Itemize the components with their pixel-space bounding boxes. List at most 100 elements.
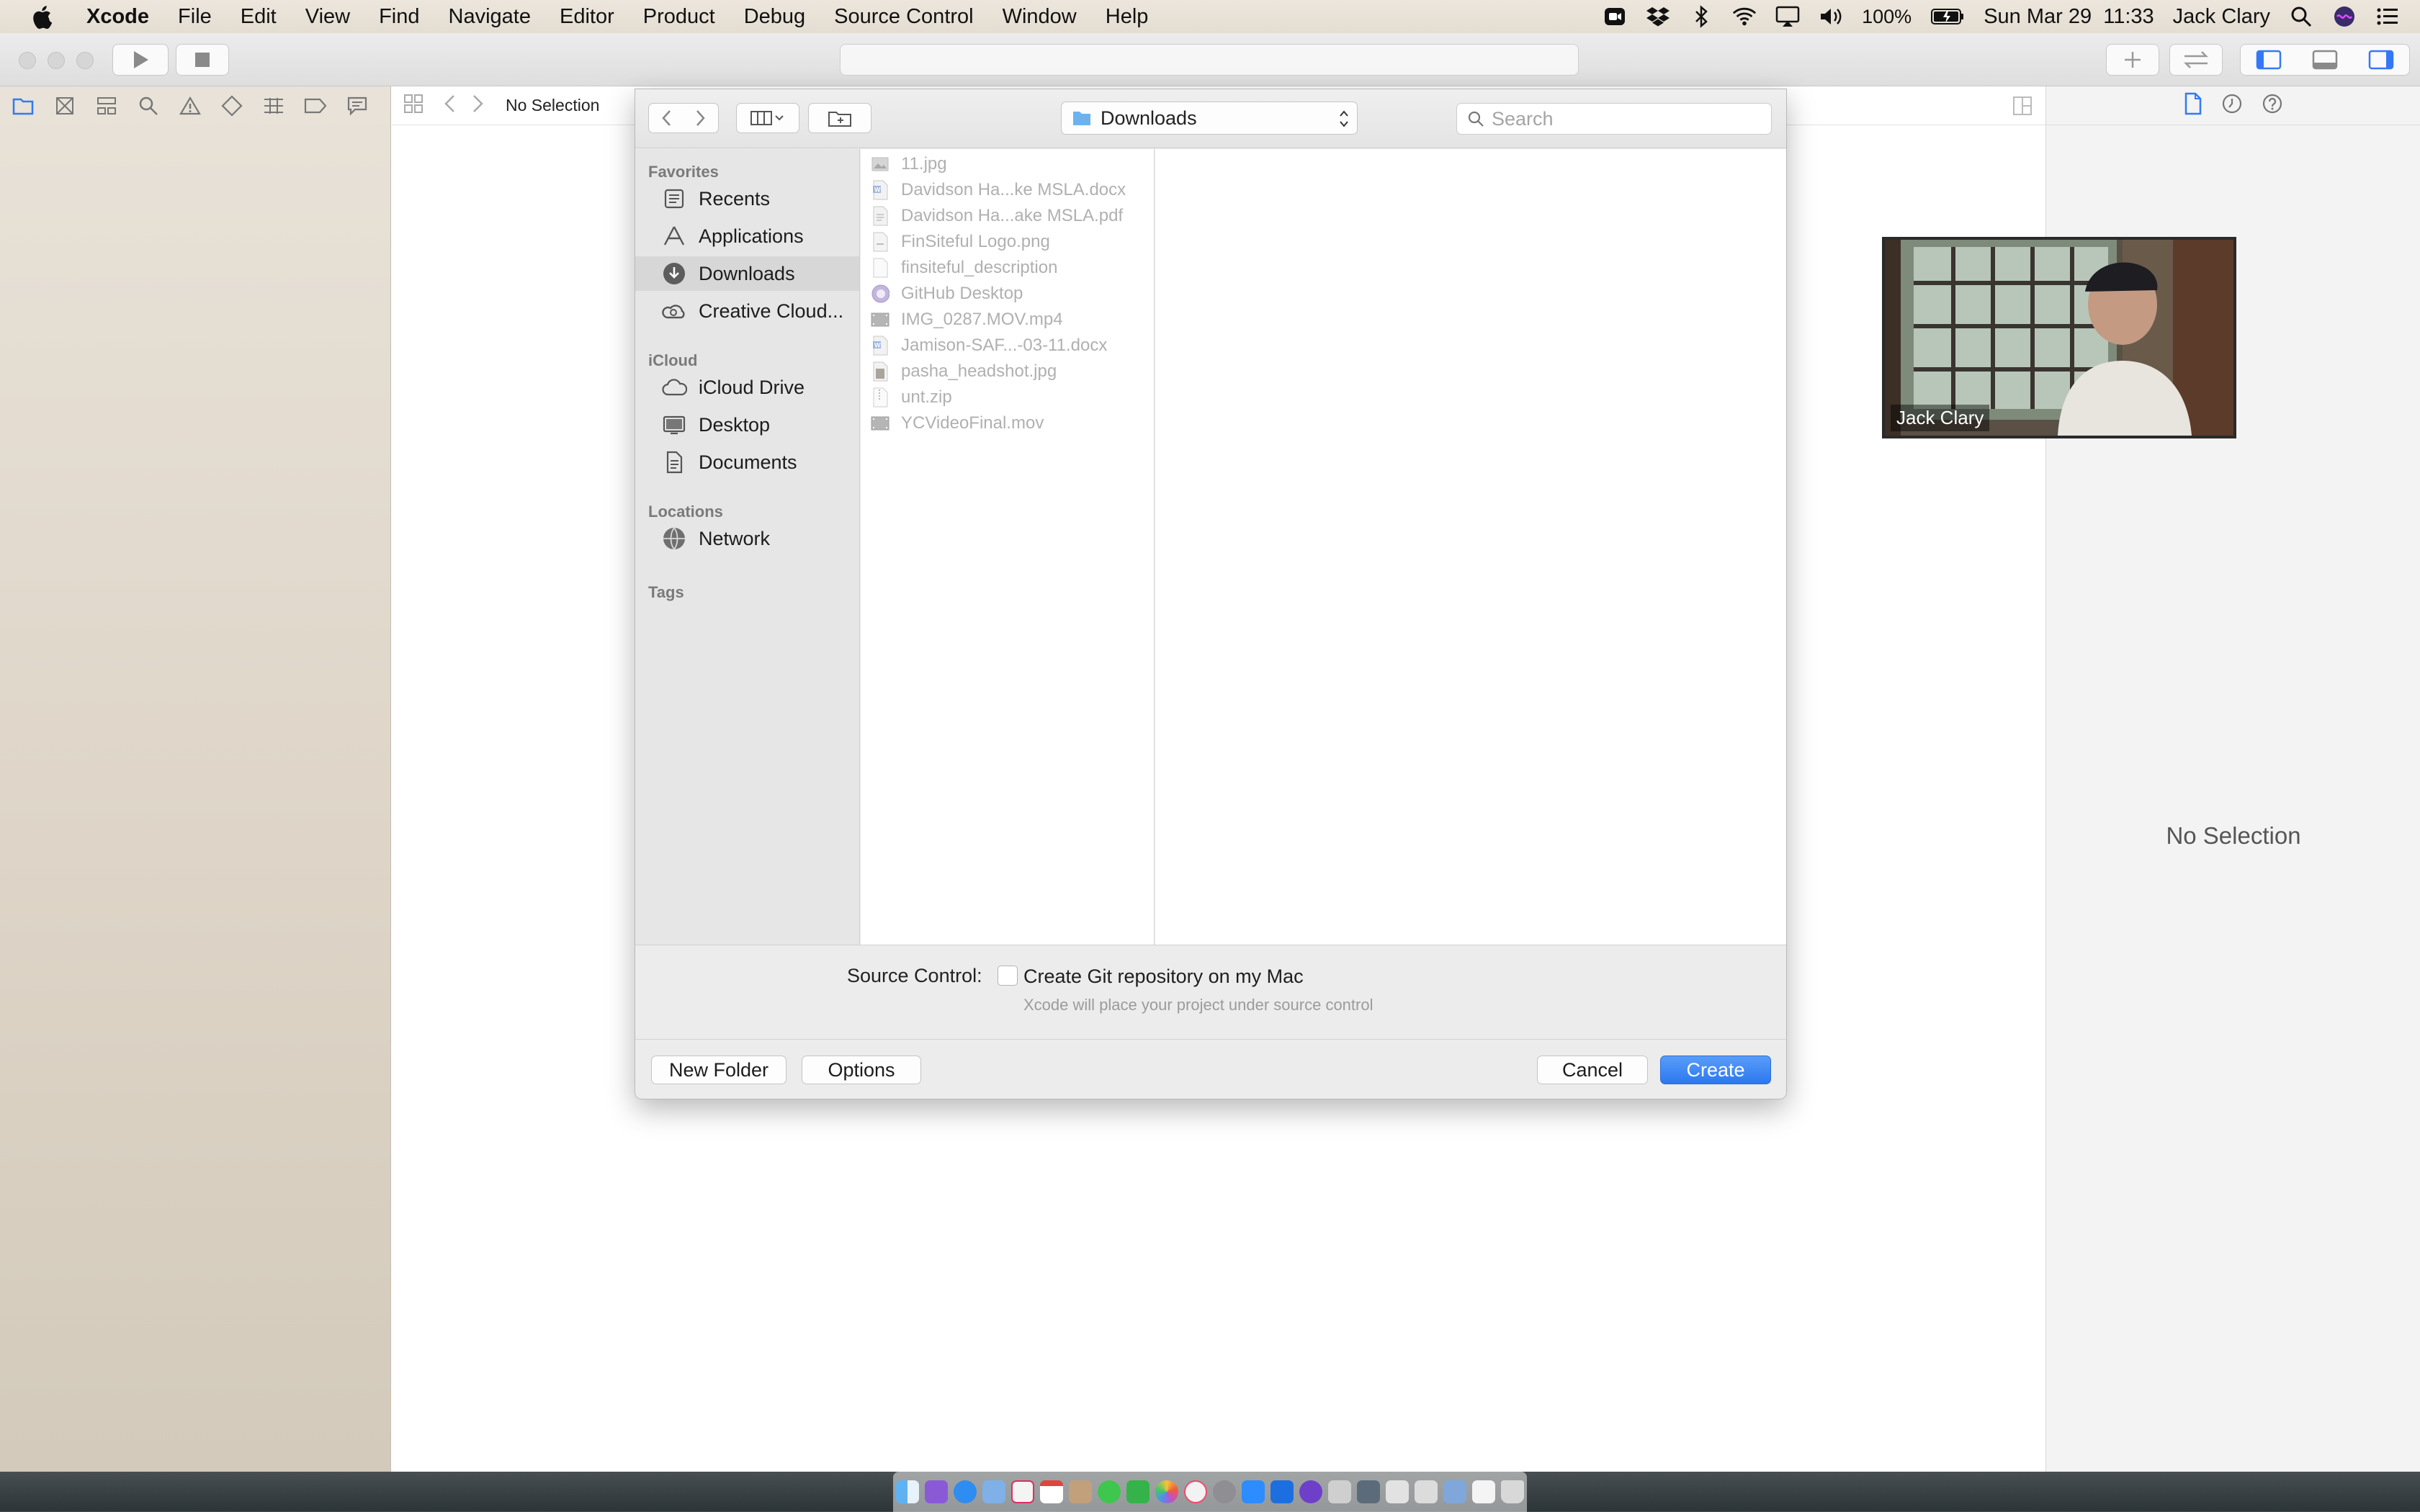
menubar-user[interactable]: Jack Clary [2173,5,2270,29]
notification-center-icon[interactable] [2375,4,2400,29]
create-git-repo-checkbox[interactable] [998,966,1018,986]
create-button[interactable]: Create [1660,1056,1771,1084]
find-navigator-icon[interactable] [135,93,161,119]
file-inspector-icon[interactable] [2184,92,2202,119]
zoom-video-thumbnail[interactable]: Jack Clary [1882,237,2236,438]
vmware-dock-icon[interactable] [1328,1480,1351,1503]
screenshot-dock-icon[interactable] [1386,1480,1409,1503]
back-chevron-icon[interactable] [442,94,464,118]
menubar-clock[interactable]: Sun Mar 29 11:33 [1984,5,2154,29]
menu-navigate[interactable]: Navigate [434,0,545,33]
finder-window-dock-icon[interactable] [1415,1480,1438,1503]
stop-button[interactable] [176,44,229,76]
launchpad-dock-icon[interactable] [925,1480,948,1503]
quick-help-icon[interactable] [2262,93,2283,118]
window-close-button[interactable] [19,52,36,69]
trash-dock-icon[interactable] [1501,1480,1524,1503]
zoom-dock-icon[interactable] [1242,1480,1265,1503]
dropbox-icon[interactable] [1646,4,1670,29]
toggle-inspector-icon[interactable] [2368,50,2394,70]
menu-debug[interactable]: Debug [730,0,820,33]
source-control-navigator-icon[interactable] [52,93,78,119]
battery-icon[interactable] [1930,4,1965,29]
forward-chevron-icon[interactable] [694,108,708,128]
spotlight-search-icon[interactable] [2289,4,2313,29]
slack-dock-icon[interactable] [1011,1480,1034,1503]
library-button[interactable] [2106,44,2159,76]
file-row[interactable]: 11.jpg [861,151,1155,177]
volume-icon[interactable] [1819,4,1843,29]
apple-menu-icon[interactable] [27,2,56,31]
messages-dock-icon[interactable] [1098,1480,1121,1503]
file-row[interactable]: unt.zip [861,384,1155,410]
toggle-navigator-icon[interactable] [2256,50,2282,70]
test-navigator-icon[interactable] [219,93,245,119]
sidebar-item-creative-cloud[interactable]: Creative Cloud... [635,294,859,328]
cancel-button[interactable]: Cancel [1537,1056,1648,1084]
menu-help[interactable]: Help [1091,0,1163,33]
github-desktop-dock-icon[interactable] [1299,1480,1322,1503]
file-row[interactable]: FinSiteful Logo.png [861,229,1155,255]
menu-file[interactable]: File [163,0,226,33]
sidebar-item-documents[interactable]: Documents [635,445,859,480]
toggle-debug-area-icon[interactable] [2312,50,2338,70]
new-folder-button[interactable]: New Folder [651,1056,786,1084]
sidebar-item-applications[interactable]: Applications [635,219,859,253]
menu-app-name[interactable]: Xcode [76,0,163,33]
sidebar-item-downloads[interactable]: Downloads [635,256,859,291]
window-minimize-button[interactable] [48,52,65,69]
window-zoom-button[interactable] [76,52,94,69]
related-items-grid-icon[interactable] [403,94,425,118]
menu-find[interactable]: Find [364,0,434,33]
file-row[interactable]: YCVideoFinal.mov [861,410,1155,436]
forward-chevron-icon[interactable] [471,94,493,118]
preview-dock-icon[interactable] [1357,1480,1380,1503]
airplay-icon[interactable] [1775,4,1800,29]
document-dock-icon[interactable] [1472,1480,1495,1503]
jump-bar-selection[interactable]: No Selection [506,96,599,115]
location-popup[interactable]: Downloads [1061,102,1358,135]
search-field[interactable] [1456,103,1772,135]
sidebar-item-icloud-drive[interactable]: iCloud Drive [635,370,859,405]
run-button[interactable] [112,44,169,76]
music-dock-icon[interactable] [1184,1480,1207,1503]
zoom-status-icon[interactable] [1603,4,1627,29]
history-inspector-icon[interactable] [2221,93,2243,118]
downloads-stack-dock-icon[interactable] [1443,1480,1466,1503]
safari-dock-icon[interactable] [954,1480,977,1503]
back-chevron-icon[interactable] [659,108,673,128]
mail-dock-icon[interactable] [982,1480,1005,1503]
sidebar-item-desktop[interactable]: Desktop [635,408,859,442]
siri-icon[interactable] [2332,4,2357,29]
sidebar-item-recents[interactable]: Recents [635,181,859,216]
project-navigator-folder-icon[interactable] [10,93,36,119]
xcode-dock-icon[interactable] [1270,1480,1294,1503]
menu-product[interactable]: Product [629,0,730,33]
file-row[interactable]: IMG_0287.MOV.mp4 [861,307,1155,333]
options-button[interactable]: Options [802,1056,921,1084]
photos-dock-icon[interactable] [1155,1480,1178,1503]
menu-source-control[interactable]: Source Control [820,0,987,33]
split-editor-icon[interactable] [2012,96,2033,120]
search-input[interactable] [1492,107,1751,130]
wifi-icon[interactable] [1732,4,1757,29]
sidebar-item-network[interactable]: Network [635,521,859,556]
report-navigator-icon[interactable] [344,93,370,119]
menu-view[interactable]: View [291,0,364,33]
system-preferences-dock-icon[interactable] [1213,1480,1236,1503]
menu-window[interactable]: Window [988,0,1091,33]
file-row[interactable]: pasha_headshot.jpg [861,359,1155,384]
debug-navigator-icon[interactable] [261,93,287,119]
facetime-dock-icon[interactable] [1126,1480,1150,1503]
calendar-dock-icon[interactable] [1040,1480,1063,1503]
bluetooth-icon[interactable] [1689,4,1713,29]
new-folder-toolbar-button[interactable] [808,103,871,133]
file-row[interactable]: GitHub Desktop [861,281,1155,307]
menu-edit[interactable]: Edit [226,0,291,33]
issue-navigator-icon[interactable] [177,93,203,119]
create-git-repo-label[interactable]: Create Git repository on my Mac [1023,966,1304,988]
file-row[interactable]: W Jamison-SAF...-03-11.docx [861,333,1155,359]
file-row[interactable]: finsiteful_description [861,255,1155,281]
file-row[interactable]: Davidson Ha...ake MSLA.pdf [861,203,1155,229]
symbol-navigator-icon[interactable] [94,93,120,119]
